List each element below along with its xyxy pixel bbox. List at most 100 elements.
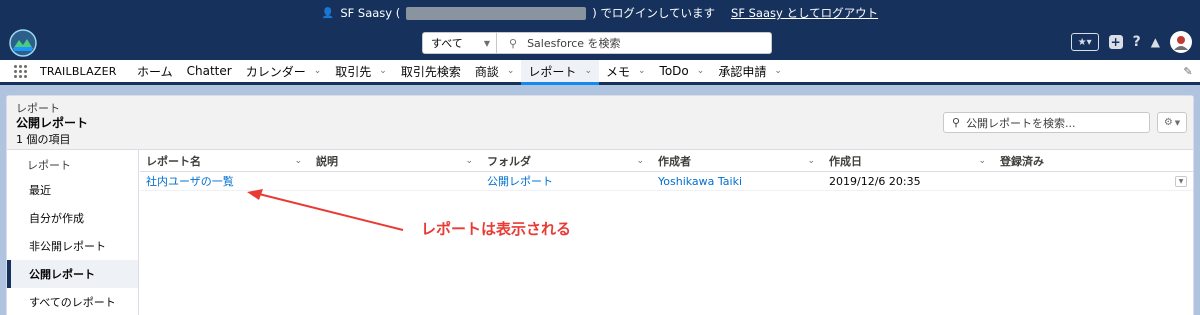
nav-tab[interactable]: レポート ⌄	[521, 60, 599, 85]
column-header-label: レポート名	[146, 154, 201, 168]
notifications-bell-icon[interactable]: ▲	[1151, 35, 1160, 49]
chevron-down-icon[interactable]: ⌄	[379, 66, 387, 76]
item-count: 1 個の項目	[16, 133, 71, 146]
nav-tab-label: メモ	[605, 64, 630, 79]
sidebar-item[interactable]: 最近	[7, 176, 138, 204]
column-header-label: 作成日	[829, 154, 862, 168]
column-header[interactable]: 作成者 ⌄	[652, 150, 823, 171]
chevron-down-icon[interactable]: ⌄	[507, 66, 515, 76]
global-search[interactable]: すべて ▼ ⚲ Salesforce を検索	[422, 32, 772, 54]
nav-tab-label: カレンダー	[245, 64, 306, 79]
sort-chevron-icon[interactable]: ⌄	[636, 156, 644, 166]
table-cell: 社内ユーザの一覧	[140, 172, 310, 190]
cell-created-by[interactable]: Yoshikawa Taiki	[658, 175, 742, 188]
nav-tab[interactable]: ホーム	[130, 60, 180, 82]
nav-tab-label: 承認申請	[718, 64, 767, 79]
sidebar-item[interactable]: 非公開レポート	[7, 232, 138, 260]
help-icon[interactable]: ?	[1133, 34, 1141, 50]
chevron-down-icon[interactable]: ⌄	[314, 66, 322, 76]
column-header[interactable]: 作成日 ⌄	[823, 150, 994, 171]
table-cell: ▼	[994, 172, 1193, 190]
sort-chevron-icon[interactable]: ⌄	[465, 156, 473, 166]
nav-tab[interactable]: 商談 ⌄	[468, 60, 522, 82]
nav-tab-label: ToDo	[659, 64, 689, 78]
nav-tab-label: 取引先検索	[400, 64, 461, 79]
cell-created-date: 2019/12/6 20:35	[829, 174, 921, 188]
nav-tab[interactable]: 取引先 ⌄	[328, 60, 394, 82]
edit-nav-pencil-icon[interactable]: ✎	[1176, 60, 1200, 82]
sidebar-heading: レポート	[27, 159, 71, 172]
nav-tab-label: ホーム	[137, 64, 173, 79]
sort-chevron-icon[interactable]: ⌄	[807, 156, 815, 166]
column-header[interactable]: 説明 ⌄	[310, 150, 481, 171]
app-launcher-icon[interactable]	[0, 60, 40, 82]
table-cell: 2019/12/6 20:35	[823, 172, 994, 190]
table-row: 社内ユーザの一覧 公開レポート Yoshikawa Taiki 2019/12/6 2…	[140, 172, 1193, 191]
search-input[interactable]: Salesforce を検索	[527, 35, 620, 51]
app-navigation-bar: TRAILBLAZER ホーム Chatter カレンダー ⌄ 取引先 ⌄ 取引先検索 商談 ⌄…	[0, 60, 1200, 85]
chevron-down-icon[interactable]: ⌄	[638, 66, 646, 76]
column-header-label: 作成者	[658, 154, 691, 168]
sort-chevron-icon[interactable]: ⌄	[978, 156, 986, 166]
nav-tab-label: 商談	[474, 64, 499, 79]
user-icon: 👤	[321, 7, 335, 19]
column-header-label: フォルダ	[487, 154, 531, 168]
column-header-label: 説明	[316, 154, 338, 168]
search-icon: ⚲	[509, 36, 518, 50]
annotation-text: レポートは表示される	[421, 220, 572, 238]
search-scope-label: すべて	[431, 37, 463, 50]
impersonation-prefix: SF Saasy (	[340, 6, 401, 20]
nav-tab[interactable]: Chatter	[180, 60, 239, 82]
nav-tab[interactable]: メモ ⌄	[599, 60, 653, 82]
avatar-image-icon	[1174, 36, 1188, 50]
table-cell	[310, 172, 481, 190]
table-cell: 公開レポート	[481, 172, 652, 190]
nav-tab-label: Chatter	[186, 64, 232, 78]
chevron-down-icon[interactable]: ⌄	[774, 66, 782, 76]
row-actions-menu-icon[interactable]: ▼	[1175, 175, 1187, 187]
column-header-label: 登録済み	[1000, 154, 1044, 168]
app-name: TRAILBLAZER	[40, 64, 117, 78]
nav-tab[interactable]: ToDo ⌄	[653, 60, 712, 82]
table-header-row: レポート名 ⌄ 説明 ⌄ フォルダ ⌄ 作成者 ⌄ 作成日 ⌄ 登録済み	[140, 150, 1193, 172]
logout-link[interactable]: SF Saasy としてログアウト	[731, 5, 878, 21]
sidebar-item[interactable]: 自分が作成	[7, 204, 138, 232]
column-header[interactable]: レポート名 ⌄	[140, 150, 310, 171]
chevron-down-icon[interactable]: ⌄	[697, 66, 705, 76]
list-search-placeholder: 公開レポートを検索...	[966, 116, 1076, 130]
search-icon: ⚲	[952, 116, 961, 129]
gear-icon: ⚙	[1163, 117, 1173, 128]
nav-tab[interactable]: カレンダー ⌄	[239, 60, 329, 82]
reports-table: レポート名 ⌄ 説明 ⌄ フォルダ ⌄ 作成者 ⌄ 作成日 ⌄ 登録済み 社内ユーザの一覧 公開レポー…	[140, 150, 1193, 191]
favorites-icon[interactable]: ★▾	[1070, 33, 1099, 51]
nav-tab[interactable]: 取引先検索	[394, 60, 468, 82]
user-avatar[interactable]	[1170, 31, 1192, 53]
list-settings-button[interactable]: ⚙ ▼	[1157, 112, 1187, 133]
impersonation-banner: 👤 SF Saasy ( ) でログインしています SF Saasy としてログ…	[0, 0, 1200, 26]
nav-tabs: ホーム Chatter カレンダー ⌄ 取引先 ⌄ 取引先検索 商談 ⌄ レポート ⌄ メモ ⌄ ToDo…	[130, 60, 789, 85]
nav-tab-label: レポート	[528, 64, 577, 79]
trailblazer-logo-icon[interactable]	[8, 28, 38, 58]
impersonation-suffix: ) でログインしています	[592, 6, 716, 20]
header-actions: ★▾ + ? ▲	[1070, 31, 1192, 53]
column-header[interactable]: 登録済み	[994, 150, 1193, 171]
global-header: すべて ▼ ⚲ Salesforce を検索 ★▾ + ? ▲	[0, 26, 1200, 60]
chevron-down-icon[interactable]: ⌄	[584, 66, 592, 76]
cell-folder[interactable]: 公開レポート	[487, 173, 553, 189]
list-search-input[interactable]: ⚲ 公開レポートを検索...	[943, 112, 1150, 133]
list-view-header: レポート 公開レポート 1 個の項目 ⚲ 公開レポートを検索... ⚙ ▼	[7, 96, 1193, 150]
global-actions-plus-icon[interactable]: +	[1108, 35, 1123, 49]
sort-chevron-icon[interactable]: ⌄	[294, 156, 302, 166]
column-header[interactable]: フォルダ ⌄	[481, 150, 652, 171]
list-view-card: レポート 公開レポート 1 個の項目 ⚲ 公開レポートを検索... ⚙ ▼ レポ…	[6, 95, 1194, 315]
table-cell: Yoshikawa Taiki	[652, 172, 823, 190]
sidebar-item[interactable]: すべてのレポート	[7, 288, 138, 315]
search-scope-select[interactable]: すべて ▼	[423, 33, 497, 53]
redacted-username	[406, 6, 587, 20]
cell-name[interactable]: 社内ユーザの一覧	[146, 173, 234, 189]
nav-tab-label: 取引先	[335, 64, 372, 79]
caret-down-icon: ▼	[483, 38, 490, 48]
nav-tab[interactable]: 承認申請 ⌄	[711, 60, 789, 82]
report-folder-sidebar: レポート 最近 自分が作成 非公開レポート 公開レポート すべてのレポート	[7, 150, 139, 315]
sidebar-item[interactable]: 公開レポート	[7, 260, 138, 288]
